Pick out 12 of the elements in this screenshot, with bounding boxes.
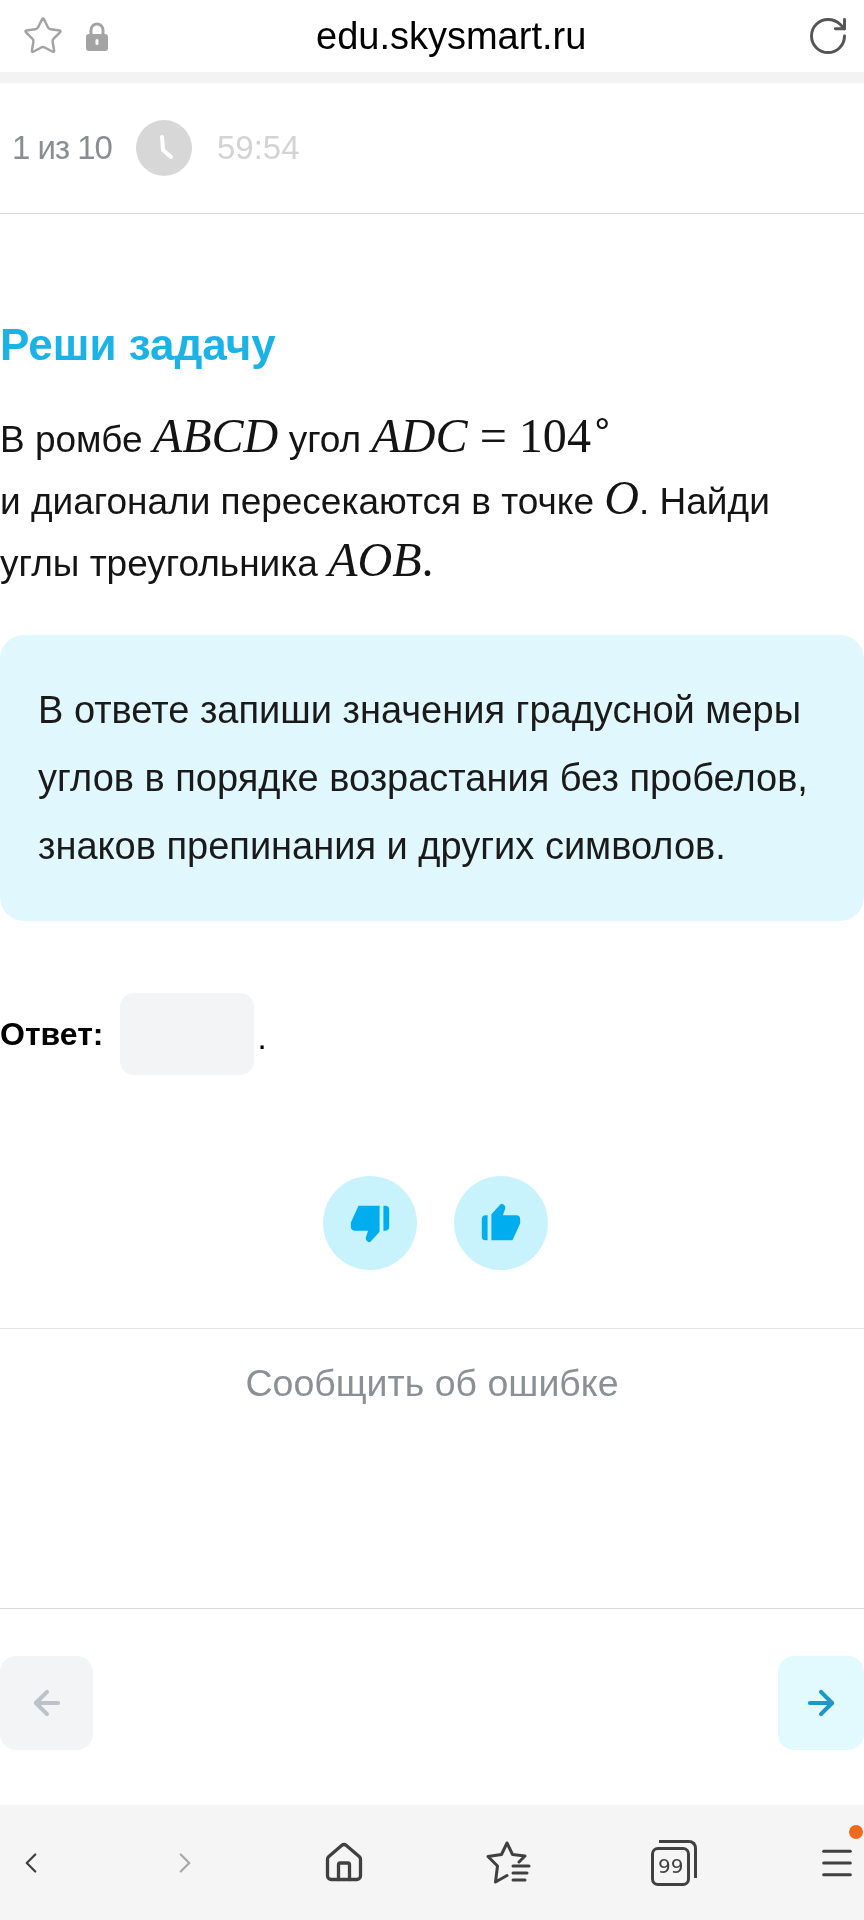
question-counter: 1 из 10 (12, 128, 112, 168)
bookmarks-button[interactable] (485, 1840, 532, 1885)
next-button[interactable] (778, 1656, 864, 1750)
answer-period: . (257, 1018, 267, 1058)
task-heading: Реши задачу (0, 319, 277, 371)
hint-text: В ответе запиши значения градусной меры углов в порядке возрастания без пробелов, знаков препинания и других символов. (38, 688, 808, 869)
lock-icon (86, 21, 108, 51)
url-text[interactable]: edu.skysmart.ru (316, 14, 587, 58)
clock-icon (135, 120, 192, 176)
problem-text: В ромбе ABCD угол ADC = 104$^{∘}$ и диагонали пересекаются в точке O. Найди углы треугольника AOB. (0, 409, 771, 588)
star-list-icon (485, 1840, 532, 1885)
answer-label: Ответ: (0, 1015, 104, 1054)
